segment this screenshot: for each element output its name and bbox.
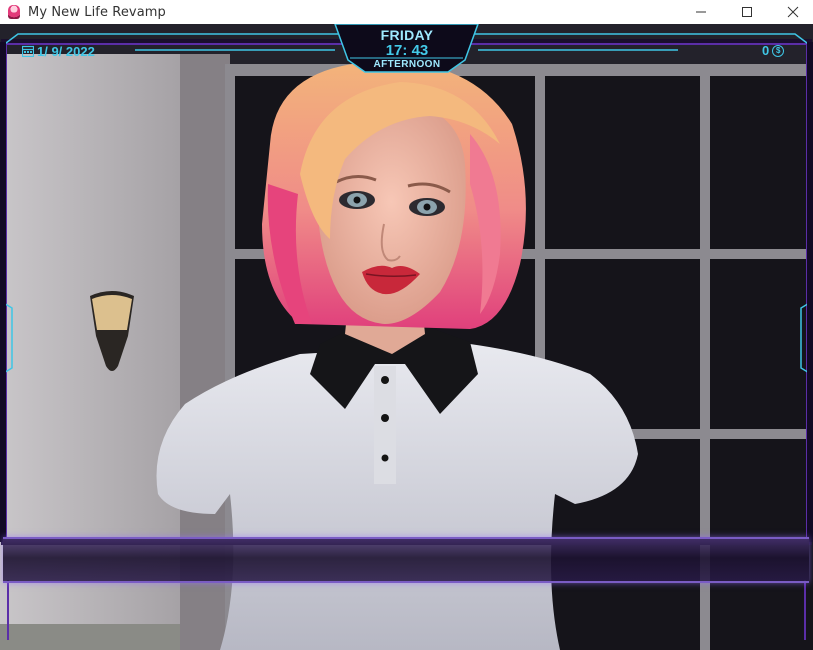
clock-time: 17: 43 — [385, 42, 429, 59]
money-display: 0 $ — [762, 43, 785, 58]
app-icon — [8, 5, 20, 19]
close-icon — [787, 6, 799, 18]
money-amount: 0 — [762, 43, 770, 58]
weekday-label: FRIDAY — [380, 27, 434, 43]
minimize-icon — [696, 11, 706, 13]
hud-date: 1/ 9/ 2022 — [22, 43, 95, 59]
window-title: My New Life Revamp — [28, 4, 166, 20]
close-button[interactable] — [770, 0, 813, 24]
coin-icon: $ — [772, 44, 785, 57]
maximize-button[interactable] — [724, 0, 770, 24]
game-viewport[interactable]: 1/ 9/ 2022 FRIDAY 17: 43 AFTERNOON 0 $ — [0, 24, 813, 650]
maximize-icon — [742, 7, 752, 17]
day-period-label: AFTERNOON — [373, 59, 441, 70]
minimize-button[interactable] — [678, 0, 724, 24]
date-text: 1/ 9/ 2022 — [37, 43, 95, 59]
dialogue-box[interactable] — [3, 537, 809, 583]
calendar-icon — [22, 45, 34, 57]
